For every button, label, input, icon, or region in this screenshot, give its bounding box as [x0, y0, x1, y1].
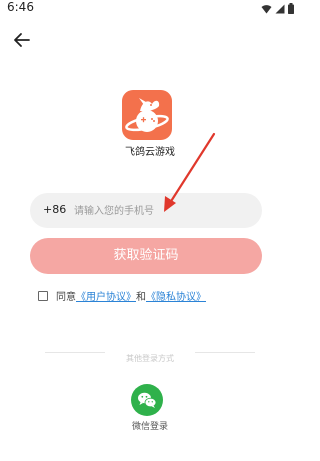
divider-line: [195, 352, 255, 353]
wechat-icon: [138, 392, 157, 408]
arrow-left-icon: [14, 33, 30, 47]
divider-line: [45, 352, 105, 353]
battery-icon: [288, 3, 294, 14]
get-code-button[interactable]: 获取验证码: [30, 238, 262, 274]
phone-field[interactable]: +86: [30, 193, 262, 228]
wifi-icon: [261, 4, 272, 13]
pigeon-planet-icon: [125, 98, 169, 132]
status-time: 6:46: [7, 0, 34, 14]
agreement-checkbox[interactable]: [38, 290, 48, 301]
user-agreement-link[interactable]: 《用户协议》: [76, 288, 136, 303]
status-bar: 6:46: [0, 0, 300, 20]
app-logo: [122, 90, 172, 140]
privacy-policy-link[interactable]: 《隐私协议》: [146, 288, 206, 303]
other-login-divider: 其他登录方式: [0, 346, 300, 365]
agreement-prefix: 同意: [56, 292, 76, 303]
app-name: 飞鸽云游戏: [125, 147, 175, 158]
agreement-conjunction: 和: [136, 292, 146, 303]
phone-input[interactable]: [72, 200, 251, 222]
wechat-login-button[interactable]: [131, 384, 163, 416]
signal-icon: [275, 4, 285, 13]
country-code[interactable]: +86: [43, 203, 66, 216]
back-button[interactable]: [12, 30, 32, 50]
wechat-login-label: 微信登录: [131, 422, 168, 432]
other-login-title: 其他登录方式: [126, 354, 174, 363]
agreement-row: 同意 《用户协议》 和 《隐私协议》: [38, 288, 206, 303]
status-icons: [261, 3, 294, 14]
